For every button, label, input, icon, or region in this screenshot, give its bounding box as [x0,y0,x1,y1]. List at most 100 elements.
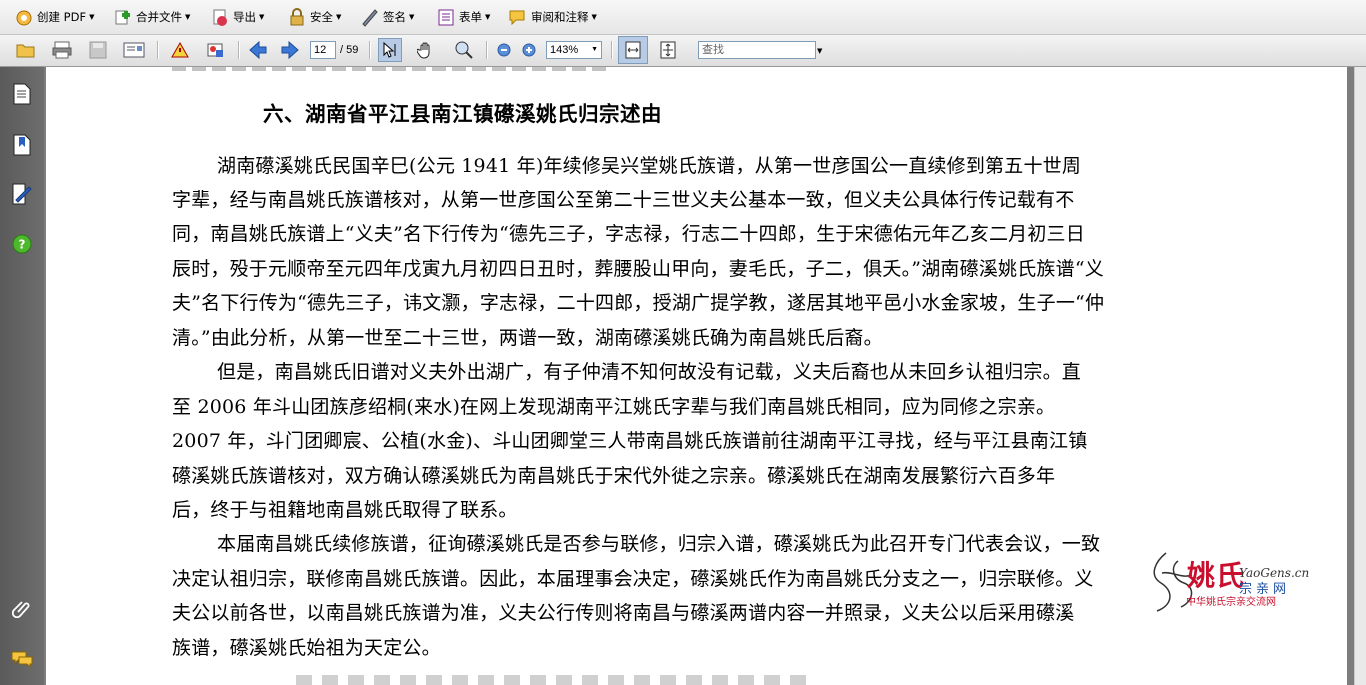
signature-pen-icon [12,183,32,205]
bookmark-icon [13,134,31,156]
lock-icon [287,7,307,27]
paragraph-line: 同，南昌姚氏族谱上“义夫”名下行传为“德先三子，字志禄，行志二十四郎，生于宋德佑… [172,223,1085,245]
search-input[interactable]: 查找 [698,41,816,59]
fit-page-icon [660,41,676,59]
paragraph-line: 本届南昌姚氏续修族谱，征询礤溪姚氏是否参与联修，归宗入谱，礤溪姚氏为此召开专门代… [217,533,1101,555]
paragraph-line: 但是，南昌姚氏旧谱对义夫外出湖广，有子仲清不知何故没有记载，义夫后裔也从未回乡认… [217,361,1082,383]
zoom-in-button[interactable] [517,38,541,62]
cursor-icon [383,41,396,58]
cut-off-text-below [296,675,816,685]
security-label: 安全 [310,10,333,24]
zoom-in-icon [522,43,536,57]
help-icon: ? [12,234,32,254]
comment-bubble-icon [11,651,33,668]
edit-image-button[interactable] [204,38,228,62]
warning-icon [171,42,189,58]
marquee-zoom-button[interactable] [452,38,476,62]
chevron-down-icon: ▼ [336,13,342,21]
paragraph-line: 2007 年，斗门团卿宸、公植(水金)、斗山团卿堂三人带南昌姚氏族谱前往湖南平江… [172,430,1088,452]
select-tool-button[interactable] [378,38,402,62]
pages-panel-button[interactable] [8,80,36,108]
review-comment-label: 审阅和注释 [531,10,589,24]
menu-bar: 创建 PDF ▼ 合并文件 ▼ 导出 ▼ 安全 ▼ 签名 ▼ 表单 ▼ 审阅和注释 ▼ [0,0,1366,35]
navigation-pane: ? [0,67,44,685]
zoom-level-value: 143% [550,44,579,56]
paragraph-line: 后，终于与祖籍地南昌姚氏取得了联系。 [172,499,518,521]
folder-icon [16,44,35,58]
zoom-level-select[interactable]: 143% ▼ [546,41,602,59]
chevron-down-icon: ▼ [89,13,95,21]
image-edit-icon [207,43,223,57]
paragraph-line: 夫公以前各世，以南昌姚氏族谱为准，义夫公行传则将南昌与礤溪两谱内容一并照录，义夫… [172,602,1075,624]
cut-off-text-above [172,67,612,71]
create-pdf-menu[interactable]: 创建 PDF ▼ [14,5,94,29]
comment-icon [508,7,528,27]
watermark-brand: 姚氏 [1187,559,1246,592]
printer-icon [52,41,72,59]
export-menu[interactable]: 导出 ▼ [210,5,264,29]
attachments-panel-button[interactable] [8,594,36,622]
toolbar: 12 / 59 143% ▼ 查找 ▼ [0,35,1366,67]
arrow-right-icon [281,41,299,59]
print-button[interactable] [50,38,74,62]
envelope-icon [123,42,145,58]
previous-page-button[interactable] [246,38,270,62]
paragraph-line: 字辈，经与南昌姚氏族谱核对，从第一世彦国公至第二十三世义夫公基本一致，但义夫公具… [172,189,1075,211]
paragraph-line: 决定认祖归宗，联修南昌姚氏族谱。因此，本届理事会决定，礤溪姚氏作为南昌姚氏分支之… [172,568,1094,590]
paragraph-line: 至 2006 年斗山团族彦绍桐(来水)在网上发现湖南平江姚氏字辈与我们南昌姚氏相… [172,396,1056,418]
hand-icon [417,42,430,59]
warning-button[interactable] [168,38,192,62]
arrow-left-icon [249,41,267,59]
next-page-button[interactable] [278,38,302,62]
save-button[interactable] [86,38,110,62]
page-number-input[interactable]: 12 [310,41,336,59]
paragraph-line: 礤溪姚氏族谱核对，双方确认礤溪姚氏为南昌姚氏于宋代外徙之宗亲。礤溪姚氏在湖南发展… [172,465,1056,487]
section-heading: 六、湖南省平江县南江镇礤溪姚氏归宗述由 [263,102,662,126]
chevron-down-icon: ▼ [591,13,597,21]
chevron-down-icon: ▼ [591,46,598,53]
create-pdf-icon [14,7,34,27]
help-button[interactable]: ? [8,230,36,258]
paperclip-icon [12,601,30,618]
zoom-out-button[interactable] [492,38,516,62]
zoom-tool-icon [455,41,473,59]
chevron-down-icon: ▼ [259,13,265,21]
create-pdf-label: 创建 PDF [37,10,87,24]
review-comment-menu[interactable]: 审阅和注释 ▼ [508,5,597,29]
export-label: 导出 [233,10,256,24]
email-button[interactable] [122,38,146,62]
svg-text:?: ? [19,238,26,252]
paragraph-line: 湖南礤溪姚氏民国辛巳(公元 1941 年)年续修吴兴堂姚氏族谱，从第一世彦国公一… [217,155,1082,177]
chevron-down-icon: ▼ [485,13,491,21]
combine-files-menu[interactable]: 合并文件 ▼ [113,5,190,29]
watermark-line3: 中华姚氏宗亲交流网 [1186,597,1276,608]
combine-files-icon [113,7,133,27]
form-icon [436,7,456,27]
comments-panel-button[interactable] [8,645,36,673]
fit-width-button[interactable] [618,36,648,64]
bookmarks-panel-button[interactable] [8,131,36,159]
vertical-scrollbar[interactable] [1354,67,1366,685]
floppy-icon [89,41,107,59]
paragraph-line: 清。”由此分析，从第一世至二十三世，两谱一致，湖南礤溪姚氏确为南昌姚氏后裔。 [172,327,883,349]
pen-icon [360,7,380,27]
security-menu[interactable]: 安全 ▼ [287,5,341,29]
chevron-down-icon: ▼ [185,13,191,21]
page-total: / 59 [340,44,359,56]
forms-menu[interactable]: 表单 ▼ [436,5,490,29]
export-icon [210,7,230,27]
combine-files-label: 合并文件 [136,10,182,24]
paragraph-line: 夫”名下行传为“德先三子，讳文灏，字志禄，二十四郎，授湖广提学教，遂居其地平邑小… [172,292,1105,314]
forms-label: 表单 [459,10,482,24]
open-button[interactable] [14,38,38,62]
hand-tool-button[interactable] [414,38,438,62]
paragraph-line: 辰时，殁于元顺帝至元四年戊寅九月初四日丑时，葬腰股山甲向，妻毛氏，子二，俱夭。”… [172,258,1104,280]
paragraph-line: 族谱，礤溪姚氏始祖为天定公。 [172,637,441,659]
sign-menu[interactable]: 签名 ▼ [360,5,414,29]
fit-width-icon [625,41,641,59]
signatures-panel-button[interactable] [8,180,36,208]
fit-page-button[interactable] [656,38,680,62]
chevron-down-icon: ▼ [409,13,415,21]
search-dropdown-icon[interactable]: ▼ [817,47,822,55]
zoom-out-icon [497,43,511,57]
